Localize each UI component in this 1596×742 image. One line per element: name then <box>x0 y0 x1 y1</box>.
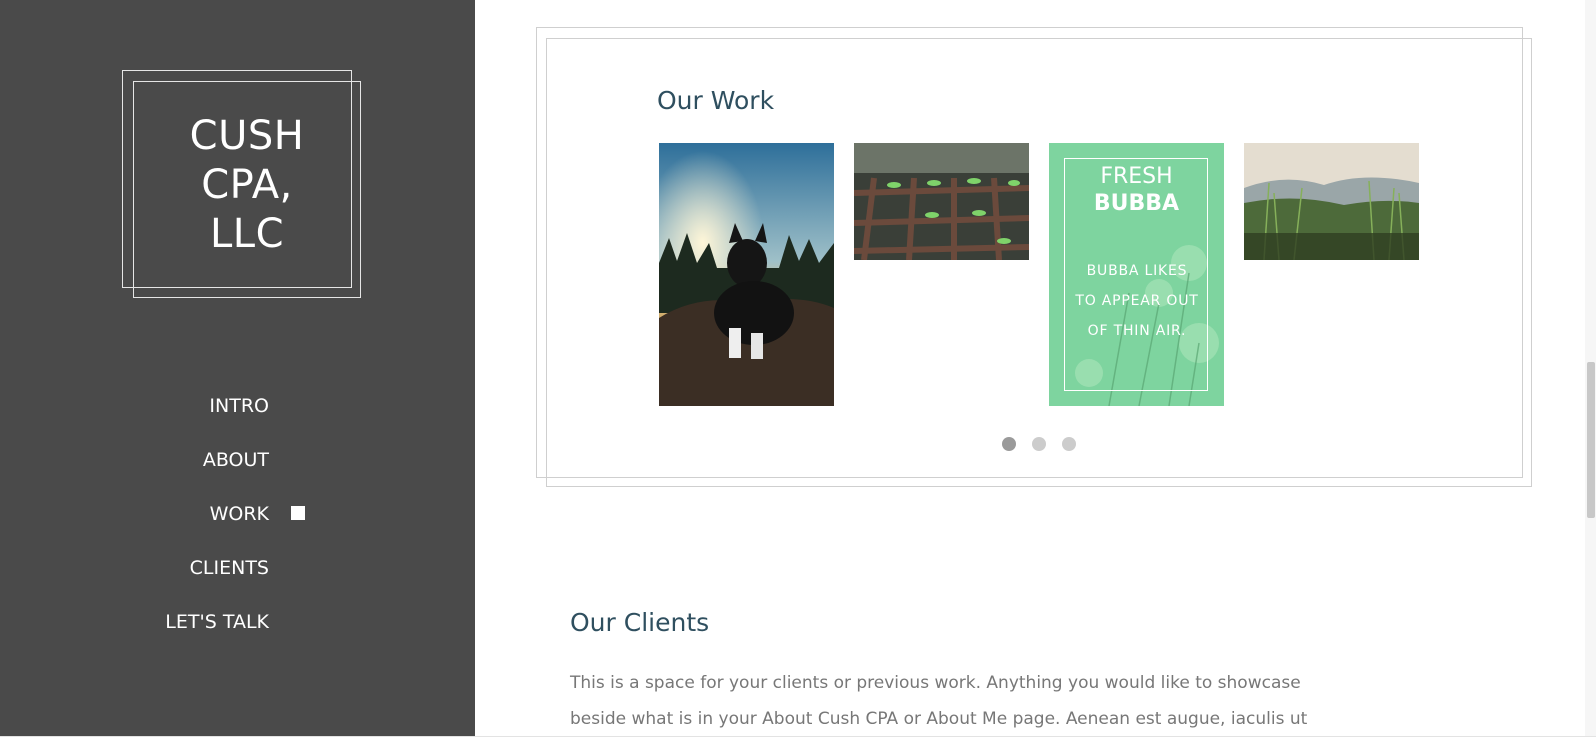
card-heading: FRESH BUBBA <box>1049 163 1224 217</box>
grass-photo-image <box>1244 143 1419 260</box>
work-item-fresh-bubba-card[interactable]: FRESH BUBBA BUBBA LIKES TO APPEAR OUT OF… <box>1049 143 1224 406</box>
card-heading-line-1: FRESH <box>1100 164 1173 189</box>
seedlings-photo-image <box>854 143 1029 260</box>
work-item-dog-photo[interactable] <box>659 143 834 406</box>
card-heading-line-2: BUBBA <box>1093 191 1180 216</box>
sidebar: CUSH CPA, LLC INTRO ABOUT WORK CLIENTS L… <box>0 0 475 736</box>
site-logo[interactable]: CUSH CPA, LLC <box>133 112 361 259</box>
carousel-dot-1[interactable] <box>1002 437 1016 451</box>
vertical-scrollbar-thumb[interactable] <box>1587 362 1595 518</box>
clients-section-title: Our Clients <box>570 608 710 637</box>
logo-line-2: CPA, <box>201 162 293 208</box>
logo-line-3: LLC <box>210 211 284 257</box>
work-item-seedlings-photo[interactable] <box>854 143 1029 260</box>
nav-item-lets-talk[interactable]: LET'S TALK <box>165 610 269 634</box>
work-section-title: Our Work <box>657 86 775 115</box>
nav-item-intro[interactable]: INTRO <box>209 394 269 418</box>
logo-line-1: CUSH <box>189 113 305 159</box>
carousel-dot-3[interactable] <box>1062 437 1076 451</box>
work-item-grass-photo[interactable] <box>1244 143 1419 260</box>
carousel-dot-2[interactable] <box>1032 437 1046 451</box>
bottom-edge <box>0 736 1596 742</box>
nav-active-indicator <box>291 506 305 520</box>
nav-item-work[interactable]: WORK <box>210 502 269 526</box>
dog-photo-image <box>659 143 834 406</box>
nav-item-about[interactable]: ABOUT <box>203 448 269 472</box>
card-body-text: BUBBA LIKES TO APPEAR OUT OF THIN AIR. <box>1075 263 1199 339</box>
nav-item-clients[interactable]: CLIENTS <box>190 556 269 580</box>
clients-section-text: This is a space for your clients or prev… <box>570 673 1308 729</box>
